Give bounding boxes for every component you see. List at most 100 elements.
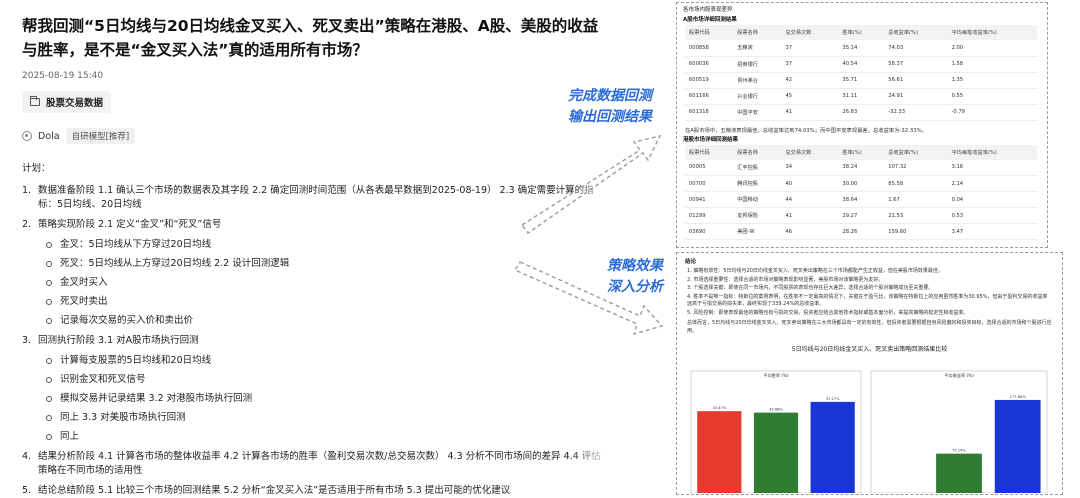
hk-table-title: 港股市场详细回测结果 bbox=[683, 136, 739, 143]
table-cell: 24.91 bbox=[884, 88, 948, 105]
table-cell: 中国移动 bbox=[733, 191, 782, 208]
step-number: 1. bbox=[22, 185, 32, 196]
sub-step: 计算每支股票的5日均线和20日均线 bbox=[46, 354, 602, 367]
table-cell: 34 bbox=[781, 159, 839, 176]
table-cell: 26.83 bbox=[838, 104, 885, 121]
conclusion-point: 4. 胜率不是唯一指标：特斯拉的案例表明，在胜率不一定最高的情况下，关键在于盈亏… bbox=[687, 293, 1048, 308]
table-cell: 01299 bbox=[685, 207, 734, 224]
step-number: 2. bbox=[22, 219, 32, 230]
bar-港股 bbox=[753, 412, 799, 493]
table-row: 600036 招商银行 37 40.54 58.37 1.58 bbox=[685, 56, 1037, 73]
table-cell: 601166 bbox=[685, 88, 734, 105]
bar-港股 bbox=[936, 453, 982, 493]
data-source-chip[interactable]: 股票交易数据 bbox=[22, 91, 112, 113]
bar-美股 bbox=[810, 401, 855, 493]
table-cell: 31.11 bbox=[838, 88, 885, 105]
table-row: 000858 五粮液 37 35.14 74.03 2.00 bbox=[685, 40, 1037, 57]
table-cell: 五粮液 bbox=[733, 40, 782, 57]
table-cell: 3.47 bbox=[947, 223, 1037, 240]
table-cell: 37 bbox=[781, 56, 839, 73]
table-cell: 0.04 bbox=[947, 191, 1037, 208]
table-cell: 21.53 bbox=[884, 207, 948, 224]
step-text: 策略实现阶段 2.1 定义“金叉”和“死叉”信号 bbox=[38, 219, 222, 230]
a-share-table: 股票代码 股票名称 总交易次数 胜率(%) 总收益率(%) 平均每笔收益率(%) 00085… bbox=[685, 25, 1037, 121]
conclusion-point: 3. 个股选择关键：即使在同一市场内，不同股票的表现也存在巨大差异，选择合适的个… bbox=[687, 285, 934, 291]
table-cell: 美团-W bbox=[733, 223, 782, 240]
sub-step: 识别金叉和死叉信号 bbox=[46, 373, 602, 386]
table-cell: 1.67 bbox=[884, 191, 948, 208]
plan-step: 4. 结果分析阶段 4.1 计算各市场的整体收益率 4.2 计算各市场的胜率（盈利… bbox=[22, 450, 602, 478]
bar-value-label: 37.27% bbox=[826, 397, 840, 401]
table-cell: 600519 bbox=[685, 72, 734, 89]
table-cell: 40 bbox=[781, 175, 839, 192]
author-name: Dola bbox=[38, 130, 60, 142]
column-header: 股票代码 bbox=[685, 144, 734, 160]
plan-step: 1. 数据准备阶段 1.1 确认三个市场的数据表及其字段 2.2 确定回测时间范围… bbox=[22, 184, 602, 212]
table-cell: 41 bbox=[781, 207, 839, 224]
table-row: 601318 中国平安 41 26.83 -32.33 -0.79 bbox=[685, 104, 1037, 121]
table-row: 00005 汇丰控股 34 38.24 107.32 3.16 bbox=[685, 159, 1037, 176]
sub-step: 金叉：5日均线从下方穿过20日均线 bbox=[46, 238, 602, 251]
column-header: 平均每笔收益率(%) bbox=[947, 25, 1037, 40]
callout-backtest: 完成数据回测 输出回测结果 bbox=[568, 88, 652, 125]
folder-icon bbox=[30, 96, 40, 106]
table-cell: 000858 bbox=[685, 40, 734, 57]
table-cell: 58.37 bbox=[884, 56, 948, 73]
table-cell: 3.16 bbox=[947, 159, 1037, 176]
table-cell: 46 bbox=[781, 223, 839, 240]
sub-step-list: 金叉：5日均线从下方穿过20日均线 死叉：5日均线从上方穿过20日均线 2.2 设… bbox=[46, 238, 602, 327]
model-badge: 自研模型[推荐] bbox=[65, 128, 136, 144]
table-row: 00700 腾讯控股 40 30.00 85.58 2.14 bbox=[685, 175, 1037, 192]
bar-value-label: 33.47% bbox=[712, 406, 726, 410]
sub-step: 模拟交易并记录结果 3.2 对港股市场执行回测 bbox=[46, 392, 602, 405]
table-row: 01299 友邦保险 41 29.27 21.53 0.53 bbox=[685, 207, 1037, 224]
results-panel: 各市场内股表现差异 A股市场详细回测结果 股票代码 股票名称 总交易次数 胜率(%) 总… bbox=[676, 2, 1048, 248]
column-header: 股票名称 bbox=[733, 144, 782, 160]
conclusion-point: 5. 风险控制：即使表现最佳的策略也有亏损的交易，投资者应结合其他技术指标或基本… bbox=[687, 309, 969, 316]
table-cell: 00005 bbox=[685, 159, 734, 176]
table-cell: 35.71 bbox=[838, 72, 885, 89]
bar-A股 bbox=[697, 411, 742, 493]
plan-step: 3. 回测执行阶段 3.1 对A股市场执行回测 bbox=[22, 334, 602, 348]
bar-value-label: 32.88% bbox=[769, 408, 783, 412]
table-cell: 42 bbox=[781, 72, 839, 89]
column-header: 平均每笔收益率(%) bbox=[947, 144, 1037, 160]
table-cell: 74.03 bbox=[884, 40, 948, 57]
table-cell: 汇丰控股 bbox=[733, 159, 782, 176]
step-number: 3. bbox=[22, 335, 32, 346]
plan-step: 2. 策略实现阶段 2.1 定义“金叉”和“死叉”信号 bbox=[22, 218, 602, 232]
article-column: 帮我回测“5日均线与20日均线金叉买入、死叉卖出”策略在港股、A股、美股的收益与… bbox=[22, 14, 612, 498]
table-row: 601166 兴业银行 45 31.11 24.91 0.55 bbox=[685, 88, 1037, 105]
table-cell: 159.60 bbox=[884, 223, 948, 240]
column-header: 股票代码 bbox=[685, 25, 734, 40]
sub-step: 同上 3.3 对美股市场执行回测 bbox=[46, 411, 602, 424]
data-source-label: 股票交易数据 bbox=[46, 98, 104, 109]
step-number: 4. bbox=[22, 451, 32, 462]
table-cell: 0.53 bbox=[947, 207, 1037, 224]
table-cell: 35.14 bbox=[838, 40, 885, 57]
table-cell: 601318 bbox=[685, 104, 734, 121]
table-cell: 腾讯控股 bbox=[733, 175, 782, 192]
table-cell: 招商银行 bbox=[733, 56, 782, 73]
a-share-note: 在A股市场中，五粮液表现最佳，总收益率达到74.03%；而中国平安表现最差，总收… bbox=[685, 127, 927, 134]
table-header-row: 股票代码 股票名称 总交易次数 胜率(%) 总收益率(%) 平均每笔收益率(%) bbox=[685, 25, 1037, 40]
table-cell: 38.64 bbox=[838, 191, 885, 208]
table-cell: 兴业银行 bbox=[733, 88, 782, 105]
table-cell: 贵州茅台 bbox=[733, 72, 782, 89]
table-cell: 30.00 bbox=[838, 175, 885, 192]
bar-美股 bbox=[994, 399, 1041, 493]
table-cell: 00700 bbox=[685, 175, 734, 192]
column-header: 股票名称 bbox=[733, 25, 782, 40]
table-cell: 29.27 bbox=[838, 207, 885, 224]
table-row: 600519 贵州茅台 42 35.71 56.61 1.35 bbox=[685, 72, 1037, 89]
chart-panel-title: 平均胜率 (%) bbox=[763, 372, 789, 379]
table-cell: 1.35 bbox=[947, 72, 1037, 89]
avatar bbox=[22, 131, 32, 141]
column-header: 总收益率(%) bbox=[884, 144, 948, 160]
hk-table: 股票代码 股票名称 总交易次数 胜率(%) 总收益率(%) 平均每笔收益率(%) 00005… bbox=[685, 144, 1037, 240]
table-cell: 37 bbox=[781, 40, 839, 57]
sub-step: 金叉时买入 bbox=[46, 276, 602, 289]
table-cell: 1.58 bbox=[947, 56, 1037, 73]
plan-step: 5. 结论总结阶段 5.1 比较三个市场的回测结果 5.2 分析“金叉买入法”是否… bbox=[22, 484, 602, 498]
table-row: 00941 中国移动 44 38.64 1.67 0.04 bbox=[685, 191, 1037, 208]
